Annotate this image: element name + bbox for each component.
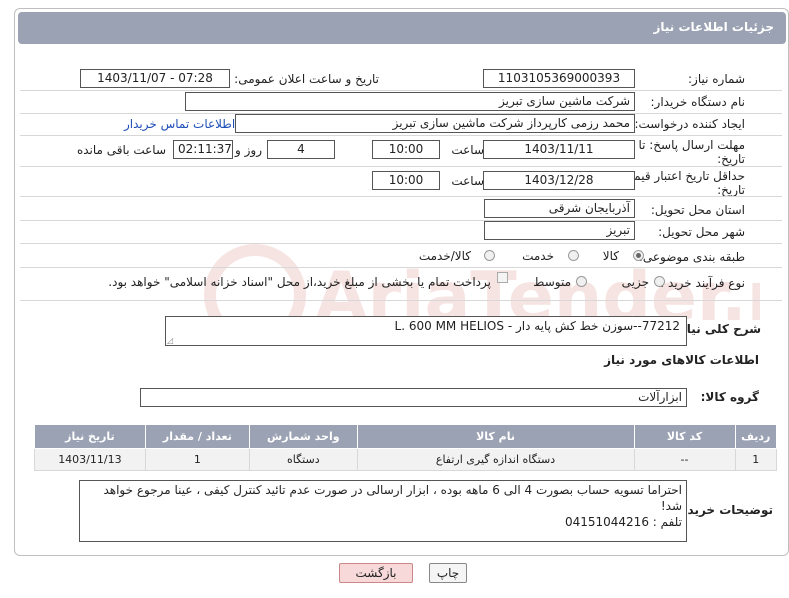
buyer-notes-line-1: احتراما تسویه حساب بصورت 4 الی 6 ماهه بو…	[103, 483, 682, 513]
price-date-field: 1403/12/28	[483, 171, 635, 190]
cell-row: 1	[734, 448, 777, 471]
need-number-label: شماره نیاز:	[688, 72, 745, 86]
creator-field: محمد رزمی کارپرداز شرکت ماشین سازی تبریز	[235, 114, 635, 133]
reply-date-field: 1403/11/11	[483, 140, 635, 159]
province-label: استان محل تحویل:	[650, 203, 745, 217]
return-button[interactable]: بازگشت	[339, 563, 413, 583]
process-label: نوع فرآیند خرید :	[660, 276, 745, 290]
province-field: آذربایجان شرقی	[484, 199, 635, 218]
process-radio-minor[interactable]	[654, 276, 665, 287]
resize-grip-icon: ◿	[167, 336, 174, 345]
need-description-label: شرح کلی نیاز:	[675, 322, 761, 336]
price-time-label: ساعت	[451, 174, 484, 188]
category-option-goods: کالا	[602, 249, 619, 263]
col-qty: تعداد / مقدار	[144, 424, 251, 449]
reply-deadline-label: مهلت ارسال پاسخ: تا	[638, 138, 745, 152]
cell-unit: دستگاه	[249, 448, 358, 471]
need-description-text: 77212--سوزن خط کش پایه دار - L. 600 MM H…	[394, 319, 680, 333]
goods-table: ردیف کد کالا نام کالا واحد شمارش تعداد /…	[34, 424, 777, 471]
process-option-minor: جزیی	[621, 275, 649, 289]
need-number-field: 1103105369000393	[483, 69, 635, 88]
col-row: ردیف	[734, 424, 777, 449]
col-code: کد کالا	[633, 424, 736, 449]
days-label: روز و	[235, 143, 262, 157]
remaining-label: ساعت باقی مانده	[76, 143, 166, 157]
reply-time-field: 10:00	[372, 140, 440, 159]
price-validity-label-2: تاریخ:	[717, 183, 745, 197]
remaining-time-field: 02:11:37	[173, 140, 233, 159]
category-radio-goods[interactable]	[633, 250, 644, 261]
buyer-org-field: شرکت ماشین سازی تبریز	[185, 92, 635, 111]
table-row: 1 -- دستگاه اندازه گیری ارتفاع دستگاه 1 …	[34, 448, 777, 471]
col-unit: واحد شمارش	[249, 424, 358, 449]
buyer-notes-line-2: تلفم : 04151044216	[564, 515, 682, 529]
buyer-notes-field: احتراما تسویه حساب بصورت 4 الی 6 ماهه بو…	[79, 480, 687, 542]
reply-deadline-label-2: تاریخ:	[717, 152, 745, 166]
announce-date-field: 1403/11/07 - 07:28	[80, 69, 230, 88]
process-option-medium: متوسط	[533, 275, 571, 289]
buyer-org-label: نام دستگاه خریدار:	[650, 95, 746, 109]
cell-qty: 1	[144, 448, 251, 471]
cell-name: دستگاه اندازه گیری ارتفاع	[356, 448, 635, 471]
announce-date-label: تاریخ و ساعت اعلان عمومی:	[234, 72, 379, 86]
category-option-goods-service: کالا/خدمت	[418, 249, 471, 263]
category-radio-service[interactable]	[568, 250, 579, 261]
category-label: طبقه بندی موضوعی:	[638, 250, 745, 264]
goods-group-field: ابزارآلات	[140, 388, 687, 407]
process-radio-medium[interactable]	[576, 276, 587, 287]
header-bar: جزئیات اطلاعات نیاز	[18, 12, 786, 44]
payment-note: پرداخت تمام یا بخشی از مبلغ خرید،از محل …	[108, 275, 491, 289]
reply-time-label: ساعت	[451, 143, 484, 157]
goods-group-label: گروه کالا:	[700, 390, 759, 404]
category-option-service: خدمت	[522, 249, 554, 263]
col-date: تاریخ نیاز	[34, 424, 146, 449]
goods-table-header: ردیف کد کالا نام کالا واحد شمارش تعداد /…	[34, 424, 777, 449]
city-field: تبریز	[484, 221, 635, 240]
page-title: جزئیات اطلاعات نیاز	[653, 20, 774, 34]
creator-label: ایجاد کننده درخواست:	[634, 117, 745, 131]
treasury-checkbox[interactable]	[497, 272, 508, 283]
buyer-contact-link[interactable]: اطلاعات تماس خریدار	[124, 117, 235, 131]
category-radio-goods-service[interactable]	[484, 250, 495, 261]
days-field: 4	[267, 140, 335, 159]
cell-code: --	[633, 448, 736, 471]
print-button[interactable]: چاپ	[429, 563, 467, 583]
price-time-field: 10:00	[372, 171, 440, 190]
goods-section-title: اطلاعات کالاهای مورد نیاز	[604, 353, 759, 367]
city-label: شهر محل تحویل:	[658, 225, 745, 239]
cell-date: 1403/11/13	[34, 448, 146, 471]
need-description-field: 77212--سوزن خط کش پایه دار - L. 600 MM H…	[165, 316, 687, 346]
col-name: نام کالا	[356, 424, 635, 449]
